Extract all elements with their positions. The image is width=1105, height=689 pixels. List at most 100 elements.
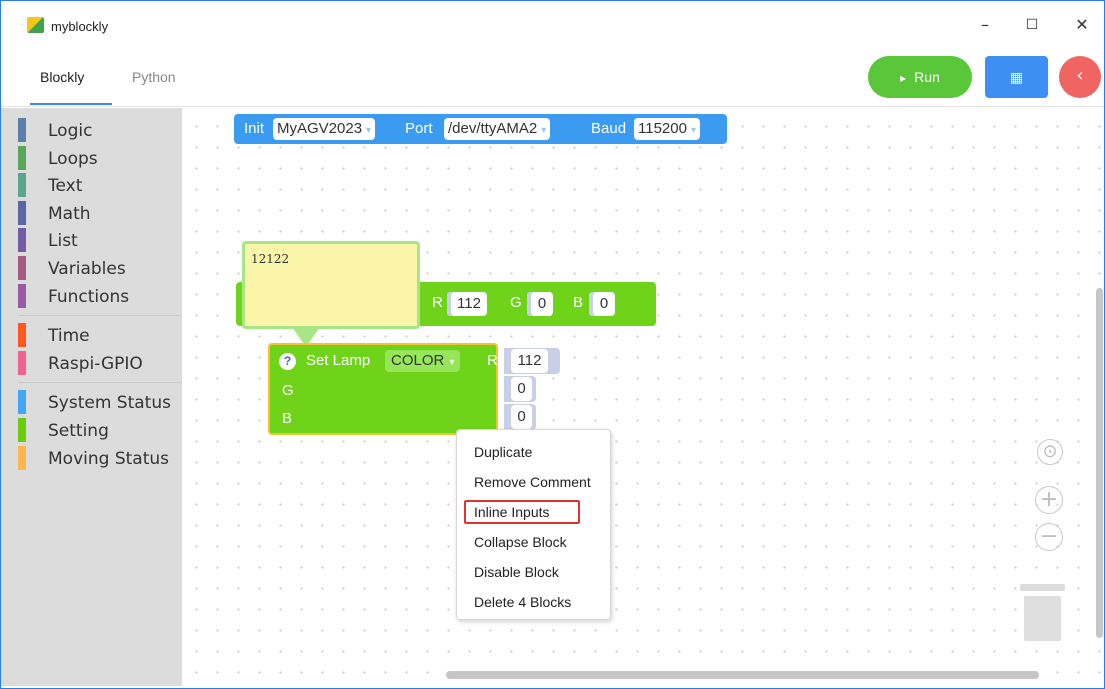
mode-value: COLOR	[391, 352, 445, 369]
dropdown-arrow-icon: ▾	[690, 125, 696, 136]
block-comment[interactable]: 12122	[242, 241, 420, 329]
set-lamp-block[interactable]: ? Set Lamp COLOR ▾ R G B	[268, 343, 498, 435]
init-label: Init	[244, 120, 265, 137]
lamp-r-label: R	[432, 294, 443, 311]
help-icon[interactable]: ?	[279, 353, 296, 370]
category-color-swatch	[18, 173, 26, 197]
category-label: Functions	[48, 287, 130, 307]
category-loops[interactable]: Loops	[18, 146, 178, 170]
menu-item-delete-blocks[interactable]: Delete 4 Blocks	[474, 594, 571, 610]
robot-dropdown[interactable]: MyAGV2023 ▾	[273, 118, 376, 140]
zoom-in-icon[interactable]: +	[1035, 486, 1063, 514]
menu-item-disable-block[interactable]: Disable Block	[474, 564, 559, 580]
category-color-swatch	[18, 118, 26, 142]
window-title: myblockly	[51, 19, 109, 34]
category-label: Loops	[48, 149, 98, 169]
category-label: Setting	[48, 421, 109, 441]
menu-item-remove-comment[interactable]: Remove Comment	[474, 474, 591, 490]
tab-blockly[interactable]: Blockly	[40, 69, 84, 85]
highlight-box	[464, 500, 580, 524]
horizontal-scrollbar[interactable]	[446, 671, 1039, 679]
zoom-out-icon[interactable]: −	[1035, 523, 1063, 551]
app-window: myblockly – ☐ ✕ Blockly Python ▸ Run ▦ ‹ …	[0, 0, 1105, 689]
toolbox-separator	[18, 382, 182, 383]
category-label: Raspi-GPIO	[48, 354, 143, 374]
category-logic[interactable]: Logic	[18, 118, 178, 142]
category-moving-status[interactable]: Moving Status	[18, 446, 178, 470]
port-dropdown[interactable]: /dev/ttyAMA2 ▾	[444, 118, 551, 140]
category-list[interactable]: List	[18, 228, 178, 252]
category-label: Text	[48, 176, 83, 196]
category-color-swatch	[18, 256, 26, 280]
init-block[interactable]: Init MyAGV2023 ▾ Port /dev/ttyAMA2 ▾ Baud …	[234, 114, 727, 144]
set-lamp-r-value[interactable]: 112	[511, 349, 548, 373]
minimize-button[interactable]: –	[975, 15, 995, 35]
category-color-swatch	[18, 418, 26, 442]
category-label: List	[48, 231, 78, 251]
baud-dropdown[interactable]: 115200 ▾	[634, 118, 700, 140]
category-color-swatch	[18, 390, 26, 414]
category-label: Logic	[48, 121, 93, 141]
app-logo-icon	[27, 17, 44, 33]
category-variables[interactable]: Variables	[18, 256, 178, 280]
lamp-r-value[interactable]: 112	[451, 292, 487, 316]
category-setting[interactable]: Setting	[18, 418, 178, 442]
chevron-left-icon: ‹	[1076, 65, 1084, 86]
run-button-label: Run	[914, 69, 940, 85]
mode-dropdown[interactable]: COLOR ▾	[385, 350, 461, 372]
category-time[interactable]: Time	[18, 323, 178, 347]
category-color-swatch	[18, 446, 26, 470]
active-tab-indicator	[30, 103, 112, 105]
blockly-workspace[interactable]: Init MyAGV2023 ▾ Port /dev/ttyAMA2 ▾ Baud …	[182, 108, 1104, 686]
back-button[interactable]: ‹	[1059, 56, 1101, 98]
trash-lid-icon[interactable]	[1020, 584, 1065, 591]
set-lamp-label: Set Lamp	[306, 352, 371, 369]
menu-item-duplicate[interactable]: Duplicate	[474, 444, 532, 460]
close-button[interactable]: ✕	[1072, 15, 1092, 35]
comment-text[interactable]: 12122	[251, 252, 289, 266]
context-menu: Duplicate Remove Comment Inline Inputs C…	[456, 429, 611, 620]
toolbox-separator	[18, 315, 182, 316]
category-system-status[interactable]: System Status	[18, 390, 178, 414]
category-color-swatch	[18, 323, 26, 347]
lamp-b-value[interactable]: 0	[593, 292, 615, 316]
category-color-swatch	[18, 146, 26, 170]
port-label: Port	[405, 120, 433, 137]
category-color-swatch	[18, 228, 26, 252]
vertical-scrollbar[interactable]	[1096, 288, 1103, 638]
category-label: Variables	[48, 259, 126, 279]
set-lamp-b-value[interactable]: 0	[511, 405, 532, 429]
category-functions[interactable]: Functions	[18, 284, 178, 308]
set-lamp-r-label: R	[487, 352, 498, 369]
category-label: System Status	[48, 393, 171, 413]
category-raspi-gpio[interactable]: Raspi-GPIO	[18, 351, 178, 375]
baud-label: Baud	[591, 120, 627, 137]
category-math[interactable]: Math	[18, 201, 178, 225]
category-color-swatch	[18, 284, 26, 308]
lamp-b-label: B	[573, 294, 584, 311]
dropdown-arrow-icon: ▾	[541, 125, 547, 136]
recenter-icon[interactable]: ⊙	[1037, 439, 1063, 465]
maximize-button[interactable]: ☐	[1022, 15, 1042, 35]
baud-value: 115200	[638, 120, 687, 137]
dropdown-arrow-icon: ▾	[366, 125, 372, 136]
set-lamp-g-label: G	[282, 382, 294, 399]
toolbox: Logic Loops Text Math List Variables Fun…	[1, 108, 182, 686]
grid-view-button[interactable]: ▦	[985, 56, 1048, 98]
category-label: Time	[48, 326, 90, 346]
category-label: Math	[48, 204, 91, 224]
set-lamp-g-value[interactable]: 0	[511, 377, 532, 401]
trash-can-icon[interactable]	[1024, 596, 1061, 641]
set-lamp-b-label: B	[282, 410, 293, 427]
category-color-swatch	[18, 201, 26, 225]
category-text[interactable]: Text	[18, 173, 178, 197]
robot-value: MyAGV2023	[277, 120, 363, 137]
play-icon: ▸	[900, 71, 907, 85]
category-color-swatch	[18, 351, 26, 375]
title-bar: myblockly – ☐ ✕	[1, 1, 1104, 49]
tab-python[interactable]: Python	[132, 69, 176, 85]
grid-icon: ▦	[1009, 69, 1024, 85]
menu-item-collapse-block[interactable]: Collapse Block	[474, 534, 567, 550]
run-button[interactable]: ▸ Run	[868, 56, 972, 98]
lamp-g-value[interactable]: 0	[531, 292, 553, 316]
